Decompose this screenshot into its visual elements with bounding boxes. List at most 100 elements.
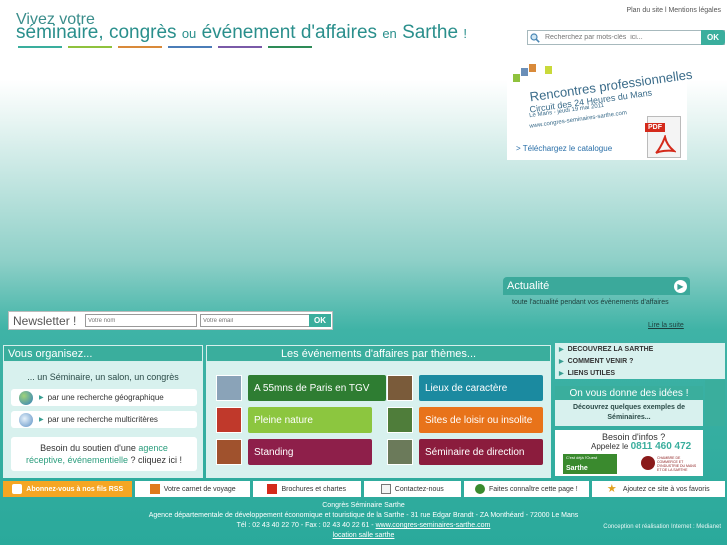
theme-nature[interactable]: Pleine nature [216, 407, 372, 433]
search-ok-button[interactable]: OK [701, 30, 725, 45]
tagline-bang: ! [463, 26, 467, 41]
contact-button[interactable]: Contactez-nous [363, 481, 462, 497]
newsletter-email-input[interactable] [200, 314, 310, 327]
triangle-right-icon: ▶ [39, 395, 44, 401]
nav-label: LIENS UTILES [567, 369, 616, 377]
favorites-button[interactable]: ★ Ajoutez ce site à vos favoris [591, 481, 725, 497]
tagline-underbar [68, 46, 112, 48]
multicriteria-search-label: par une recherche multicritères [47, 415, 158, 424]
promo-square-green [513, 74, 520, 82]
rss-button[interactable]: Abonnez-vous à nos fils RSS [3, 481, 133, 497]
soutien-highlight-2: réceptive, événementielle [25, 455, 129, 465]
themes-header: Les événements d'affaires par thèmes... [206, 345, 551, 362]
theme-label: Pleine nature [248, 407, 372, 433]
magnifier-icon [19, 412, 33, 427]
newsletter-name-input[interactable] [85, 314, 197, 327]
contact-label: Contactez-nous [394, 485, 444, 493]
agency-support-link[interactable]: Besoin du soutien d'une agence réceptive… [11, 437, 197, 471]
geo-search-button[interactable]: ▶ par une recherche géographique [11, 389, 197, 406]
geo-search-label: par une recherche géographique [47, 393, 164, 402]
share-label: Faites connaître cette page ! [488, 485, 578, 493]
idees-header[interactable]: On vous donne des idées ! [555, 386, 703, 400]
share-button[interactable]: Faites connaître cette page ! [464, 481, 589, 497]
nav-comment-venir[interactable]: ▶ COMMENT VENIR ? [555, 355, 725, 367]
nav-liens-utiles[interactable]: ▶ LIENS UTILES [555, 367, 725, 379]
theme-thumb [216, 407, 242, 433]
bottom-toolbar: Abonnez-vous à nos fils RSS Votre carnet… [3, 481, 725, 497]
newsletter-label: Newsletter ! [13, 313, 77, 328]
theme-tgv[interactable]: A 55mns de Paris en TGV [216, 375, 386, 401]
nav-label: DECOUVREZ LA SARTHE [567, 345, 654, 353]
theme-label: Standing [248, 439, 372, 465]
catalogue-link[interactable]: > Téléchargez le catalogue [516, 144, 612, 153]
organisez-panel: ... un Séminaire, un salon, un congrès ▶… [3, 362, 203, 478]
read-more-link[interactable]: Lire la suite [648, 322, 684, 329]
promo-square-yellow [545, 66, 552, 74]
search-box: OK [527, 30, 725, 45]
tagline-seminaire: séminaire, [16, 22, 104, 43]
newsletter-form: Newsletter ! OK [8, 311, 333, 330]
right-nav: ▶ DECOUVREZ LA SARTHE ▶ COMMENT VENIR ? ▶ L… [555, 343, 725, 379]
rss-label: Abonnez-vous à nos fils RSS [26, 485, 124, 493]
infos-appel: Appelez le [591, 442, 629, 451]
footer-site-link[interactable]: www.congres-seminaires-sarthe.com [376, 522, 491, 529]
cci-emblem-icon [641, 456, 655, 470]
tagline-congres: congrès [108, 22, 177, 43]
theme-label: Lieux de caractère [419, 375, 543, 401]
soutien-text-2: ? cliquez ici ! [128, 455, 183, 465]
theme-thumb [387, 407, 413, 433]
idees-text[interactable]: Découvrez quelques exemples de Séminaire… [555, 400, 703, 426]
carnet-label: Votre carnet de voyage [163, 485, 236, 493]
theme-loisir[interactable]: Sites de loisir ou insolite [387, 407, 543, 433]
actualite-header[interactable]: Actualité ▶ [503, 277, 690, 295]
search-input[interactable] [542, 32, 702, 43]
favorites-label: Ajoutez ce site à vos favoris [622, 485, 710, 493]
side-tab[interactable] [705, 380, 725, 426]
theme-label: A 55mns de Paris en TGV [248, 375, 386, 401]
multicriteria-search-button[interactable]: ▶ par une recherche multicritères [11, 411, 197, 428]
promo-banner[interactable]: Rencontres professionnelles Circuit des … [507, 60, 693, 160]
brochures-label: Brochures et chartes [281, 485, 347, 493]
newsletter-ok-button[interactable]: OK [309, 314, 331, 327]
theme-caractere[interactable]: Lieux de caractère [387, 375, 543, 401]
promo-square-orange [529, 64, 536, 72]
sarthe-logo[interactable]: C'est déjà l'Ouest Sarthe [563, 454, 617, 474]
theme-direction[interactable]: Séminaire de direction [387, 439, 543, 465]
pdf-icon[interactable]: PDF [645, 116, 681, 158]
organisez-subtitle: ... un Séminaire, un salon, un congrès [27, 372, 179, 382]
tagline-underbar [118, 46, 162, 48]
soutien-text-1: Besoin du soutien d'une [40, 443, 139, 453]
tagline-underbar [268, 46, 312, 48]
share-icon [474, 484, 485, 494]
tagline-underbar [168, 46, 212, 48]
nav-decouvrez[interactable]: ▶ DECOUVREZ LA SARTHE [555, 343, 725, 355]
star-icon: ★ [606, 483, 617, 495]
cci-logo[interactable]: CHAMBRE DE COMMERCE ET D'INDUSTRIE DU MA… [641, 455, 697, 473]
infos-box: Besoin d'infos ? Appelez le 0811 460 472… [555, 430, 703, 476]
chevron-right-icon[interactable]: ▶ [674, 280, 687, 293]
envelope-icon [380, 484, 391, 494]
footer-location-link[interactable]: location salle sarthe [333, 532, 395, 539]
triangle-right-icon: ▶ [559, 370, 564, 377]
brochures-button[interactable]: Brochures et chartes [252, 481, 361, 497]
footer: Congrès Séminaire Sarthe Agence départem… [0, 501, 727, 541]
triangle-right-icon: ▶ [559, 358, 564, 365]
credit-link[interactable]: Conception et réalisation Internet : Med… [603, 524, 721, 530]
globe-icon [19, 390, 33, 405]
theme-thumb [216, 375, 242, 401]
cci-logo-text: CHAMBRE DE COMMERCE ET D'INDUSTRIE DU MA… [657, 456, 697, 472]
phone-number: 0811 460 472 [630, 441, 692, 452]
notebook-icon [149, 484, 160, 494]
tagline-ou: ou [181, 26, 197, 41]
infos-phone: Appelez le 0811 460 472 [591, 441, 691, 452]
footer-address: Agence départementale de développement é… [148, 512, 579, 519]
triangle-right-icon: ▶ [559, 346, 564, 353]
soutien-highlight-1: agence [138, 443, 168, 453]
themes-panel: A 55mns de Paris en TGV Lieux de caractè… [206, 362, 551, 478]
carnet-button[interactable]: Votre carnet de voyage [135, 481, 250, 497]
theme-standing[interactable]: Standing [216, 439, 372, 465]
footer-line1: Congrès Séminaire Sarthe [322, 502, 405, 509]
footer-phone: Tél : 02 43 40 22 70 - Fax : 02 43 40 22… [236, 522, 376, 529]
actualite-text: toute l'actualité pendant vos évènements… [512, 299, 669, 306]
top-links[interactable]: Plan du site l Mentions légales [626, 7, 721, 14]
